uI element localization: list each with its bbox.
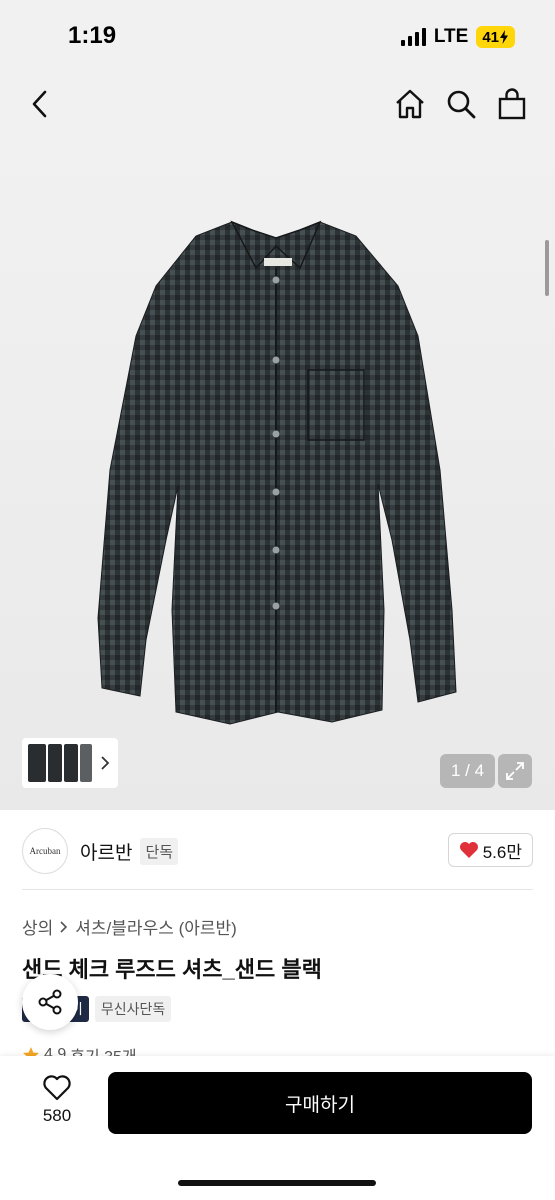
- home-icon: [396, 89, 424, 119]
- brand-logo[interactable]: Arcuban: [22, 828, 68, 874]
- bottom-action-bar: 580 구매하기: [0, 1056, 555, 1200]
- product-badge-2: 무신사단독: [94, 996, 172, 1022]
- signal-icon: [400, 28, 426, 46]
- home-button[interactable]: [390, 84, 430, 124]
- network-label: LTE: [433, 26, 469, 47]
- brand-like-count: 5.6만: [482, 842, 522, 862]
- chevron-left-icon: [32, 90, 47, 118]
- thumbnail-1[interactable]: [28, 744, 46, 782]
- status-indicators: LTE 41: [400, 26, 515, 48]
- status-time: 1:19: [68, 22, 117, 49]
- wishlist-count: 580: [42, 1106, 72, 1125]
- chevron-right-icon: [101, 756, 110, 770]
- charging-icon: [500, 30, 508, 44]
- divider: [22, 889, 533, 890]
- brand-like-button[interactable]: 5.6만: [447, 833, 533, 867]
- breadcrumb-subcategory[interactable]: 셔츠/블라우스 (아르반): [75, 914, 237, 939]
- heart-icon: [459, 842, 478, 858]
- breadcrumb: 상의 셔츠/블라우스 (아르반): [22, 914, 237, 939]
- cart-button[interactable]: [492, 84, 532, 124]
- thumbnail-4[interactable]: [80, 744, 92, 782]
- product-image-gallery[interactable]: 1 / 4: [0, 140, 555, 810]
- brand-exclusive-badge: 단독: [140, 837, 179, 865]
- home-indicator: [178, 1180, 376, 1186]
- battery-level: 41: [482, 28, 499, 46]
- thumbnail-strip[interactable]: [22, 738, 118, 788]
- search-icon: [447, 90, 476, 119]
- wishlist-button[interactable]: 580: [22, 1074, 92, 1126]
- share-icon: [38, 989, 62, 1015]
- battery-icon: 41: [476, 26, 515, 48]
- top-nav: [0, 72, 555, 140]
- buy-button[interactable]: 구매하기: [108, 1072, 532, 1134]
- heart-outline-icon: [43, 1075, 71, 1101]
- share-button[interactable]: [22, 974, 78, 1030]
- breadcrumb-category[interactable]: 상의: [22, 914, 53, 939]
- status-bar: 1:19 LTE 41: [0, 0, 555, 72]
- thumbnail-2[interactable]: [48, 744, 62, 782]
- expand-icon: [506, 762, 524, 780]
- expand-button[interactable]: [498, 754, 532, 788]
- thumbnail-3[interactable]: [64, 744, 78, 782]
- brand-name[interactable]: 아르반: [80, 838, 132, 865]
- search-button[interactable]: [441, 84, 481, 124]
- back-button[interactable]: [20, 84, 60, 124]
- image-counter: 1 / 4: [440, 754, 495, 788]
- chevron-right-icon: [60, 920, 68, 933]
- shirt-image: [97, 220, 457, 725]
- brand-row: Arcuban 아르반 단독 5.6만: [22, 826, 533, 876]
- bag-icon: [498, 88, 526, 120]
